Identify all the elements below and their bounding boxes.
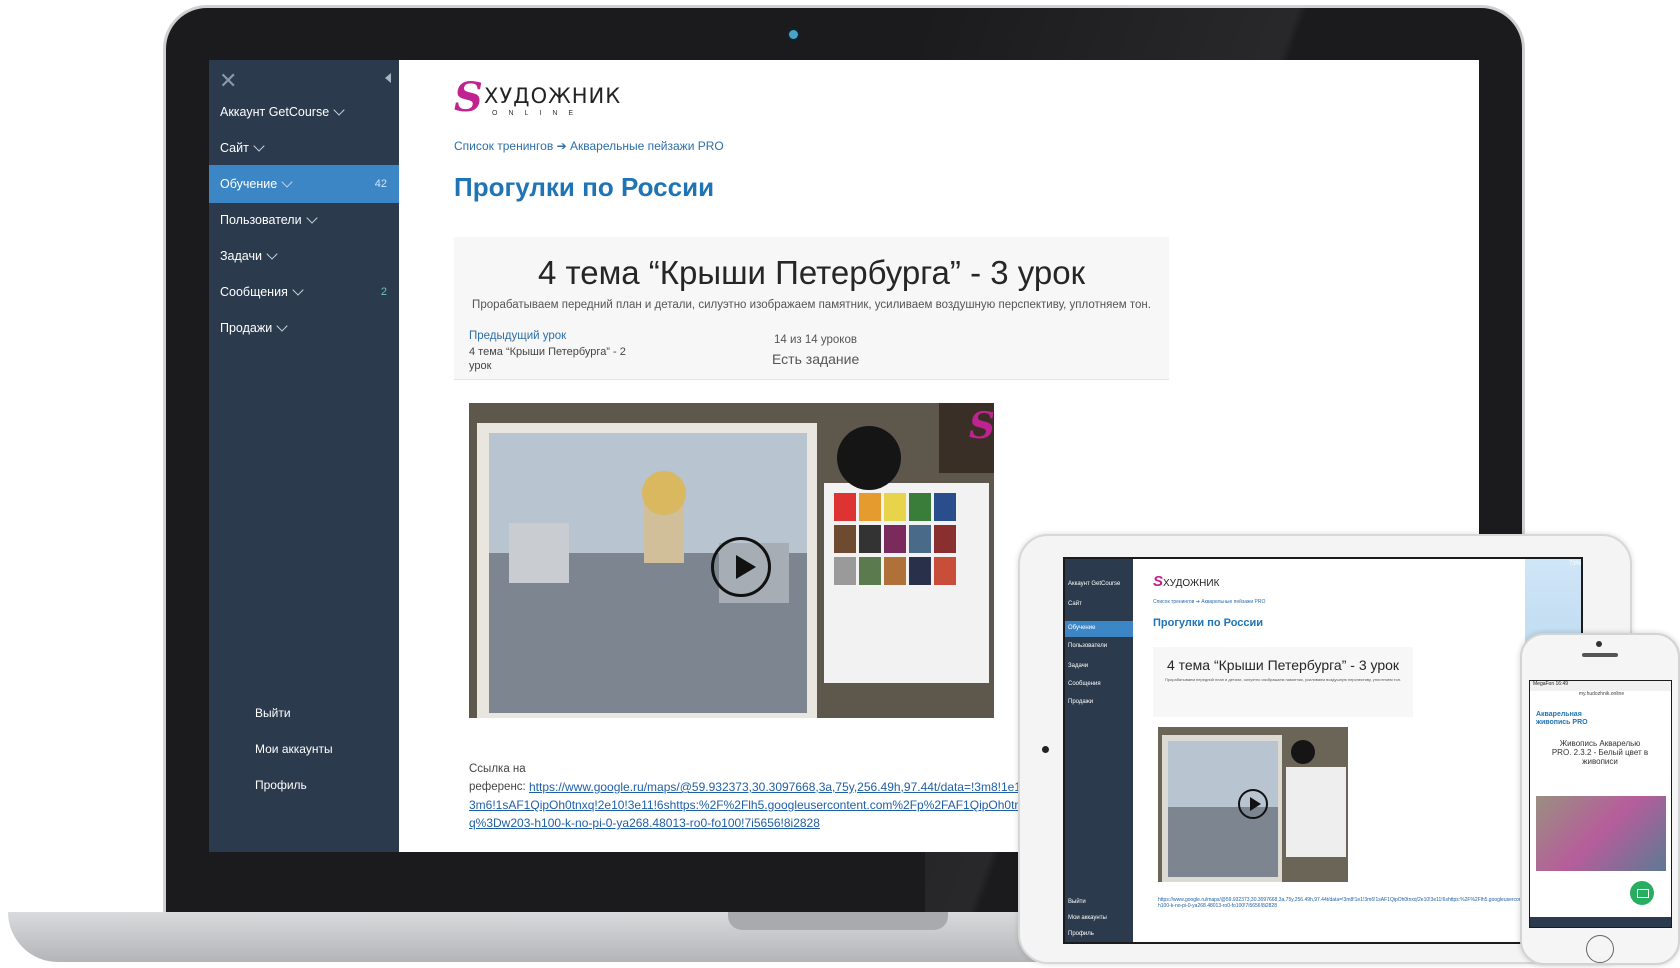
tablet-nav-bottom[interactable]: Профиль [1068, 931, 1094, 937]
sidebar-item-messages[interactable]: Сообщения 2 [209, 273, 399, 311]
breadcrumb-trainings[interactable]: Список тренингов [454, 139, 553, 153]
chevron-down-icon [281, 175, 293, 188]
sidebar: ✕ Аккаунт GetCourse Сайт Обучение 42 Пол… [209, 60, 399, 852]
laptop-notch [728, 912, 948, 930]
phone-bottom-bar [1530, 917, 1671, 927]
device-mockup: ✕ Аккаунт GetCourse Сайт Обучение 42 Пол… [0, 0, 1680, 968]
phone-camera-icon [1596, 641, 1602, 647]
play-icon[interactable] [711, 537, 771, 597]
brand-logo[interactable]: S ХУДОЖНИК ONLINE [454, 74, 620, 121]
sidebar-item-label: Пользователи [220, 213, 302, 227]
chevron-down-icon [333, 103, 345, 116]
phone-screen: MegaFon 16:49 my.hudozhnik.online Акваре… [1529, 680, 1672, 928]
tablet-reference-link[interactable]: https://www.google.ru/maps/@59.932373,30… [1158, 897, 1581, 909]
breadcrumb: Список тренингов ➔ Акварельные пейзажи P… [454, 139, 724, 153]
chat-icon[interactable] [1630, 881, 1654, 905]
sidebar-item-label: Сайт [220, 141, 249, 155]
previous-lesson-name: 4 тема “Крыши Петербурга” - 2 урок [469, 346, 626, 372]
tablet-breadcrumb[interactable]: Список тренингов ➔ Акварельные пейзажи P… [1153, 599, 1265, 605]
tablet-nav-item[interactable]: Аккаунт GetCourse [1068, 581, 1120, 587]
breadcrumb-separator: ➔ [556, 139, 567, 153]
logo-mark-icon: S [454, 74, 483, 121]
tablet-nav-bottom[interactable]: Мои аккаунты [1068, 915, 1107, 921]
tablet-nav-item[interactable]: Задачи [1068, 663, 1088, 669]
logo-subtext: ONLINE [492, 110, 585, 117]
sidebar-item-learning[interactable]: Обучение 42 [209, 165, 399, 203]
phone-heading: Акварельная живопись PRO [1536, 711, 1588, 726]
tablet-camera-icon [1042, 746, 1049, 753]
video-player[interactable]: S [469, 403, 994, 718]
tablet-page-title: Прогулки по России [1153, 617, 1264, 629]
home-button-icon[interactable] [1586, 935, 1614, 963]
phone-video-player[interactable] [1536, 796, 1666, 871]
lesson-description: Прорабатываем передний план и детали, си… [472, 299, 1151, 311]
sidebar-item-label: Сообщения [220, 285, 288, 299]
phone-speaker [1582, 653, 1618, 657]
tablet-screen: Аккаунт GetCourse Сайт Обучение Пользова… [1063, 557, 1583, 944]
sidebar-item-account[interactable]: Аккаунт GetCourse [209, 93, 399, 131]
chevron-down-icon [292, 283, 304, 296]
sidebar-item-site[interactable]: Сайт [209, 129, 399, 167]
logo-text: ХУДОЖНИК [484, 84, 622, 108]
phone-frame: MegaFon 16:49 my.hudozhnik.online Акваре… [1520, 633, 1680, 965]
tablet-play-icon[interactable] [1238, 789, 1268, 819]
tablet-lesson-description: Прорабатываем передний план и детали, си… [1164, 677, 1402, 682]
phone-lesson-title: Живопись Акварелью PRO. 2.3.2 - Белый цв… [1551, 739, 1649, 766]
my-accounts-link[interactable]: Мои аккаунты [255, 742, 333, 756]
tablet-logo: SХУДОЖНИК [1153, 573, 1220, 590]
tablet-sidebar: Аккаунт GetCourse Сайт Обучение Пользова… [1065, 559, 1133, 942]
sidebar-item-users[interactable]: Пользователи [209, 201, 399, 239]
sidebar-item-label: Обучение [220, 177, 278, 191]
camera-icon [789, 30, 798, 39]
profile-link[interactable]: Профиль [255, 778, 307, 792]
lesson-title: 4 тема “Крыши Петербурга” - 3 урок [537, 254, 1086, 291]
chevron-down-icon [276, 319, 288, 332]
tablet-nav-item[interactable]: Обучение [1068, 625, 1095, 631]
tablet-nav-item[interactable]: Сайт [1068, 601, 1082, 607]
previous-lesson-link[interactable]: Предыдущий урок [469, 330, 566, 342]
count-badge: 2 [380, 286, 387, 298]
chevron-down-icon [253, 139, 265, 152]
logout-link[interactable]: Выйти [255, 706, 291, 720]
phone-status-bar: MegaFon 16:49 [1530, 681, 1671, 691]
chevron-down-icon [305, 211, 318, 224]
phone-url-bar[interactable]: my.hudozhnik.online [1530, 691, 1671, 699]
lesson-header: 4 тема “Крыши Петербурга” - 3 урок Прора… [454, 237, 1169, 380]
count-badge: 42 [374, 178, 387, 190]
chevron-down-icon [266, 247, 278, 260]
tablet-battery: 73% [1568, 561, 1581, 567]
tablet-lesson-header: 4 тема “Крыши Петербурга” - 3 урок Прора… [1153, 647, 1413, 717]
tablet-nav-item[interactable]: Сообщения [1068, 681, 1101, 687]
breadcrumb-course[interactable]: Акварельные пейзажи PRO [570, 139, 724, 153]
sidebar-item-label: Аккаунт GetCourse [220, 105, 330, 119]
sidebar-item-sales[interactable]: Продажи [209, 309, 399, 347]
tablet-nav-item[interactable]: Продажи [1068, 699, 1093, 705]
tablet-nav-item[interactable]: Пользователи [1068, 643, 1107, 649]
close-icon[interactable]: ✕ [219, 68, 237, 94]
sidebar-item-label: Продажи [220, 321, 273, 335]
reference-link[interactable]: https://www.google.ru/maps/@59.932373,30… [469, 778, 1029, 832]
tablet-lesson-title: 4 тема “Крыши Петербурга” - 3 урок [1166, 657, 1400, 673]
tablet-video-player[interactable] [1158, 727, 1348, 882]
page-title: Прогулки по России [454, 172, 715, 202]
lesson-count: 14 из 14 уроков [774, 334, 857, 346]
svg-text:S: S [969, 405, 994, 447]
sidebar-item-tasks[interactable]: Задачи [209, 237, 399, 275]
sidebar-item-label: Задачи [220, 249, 262, 263]
task-status: Есть задание [772, 351, 860, 367]
collapse-sidebar-icon[interactable] [385, 73, 391, 83]
tablet-nav-bottom[interactable]: Выйти [1068, 899, 1086, 905]
